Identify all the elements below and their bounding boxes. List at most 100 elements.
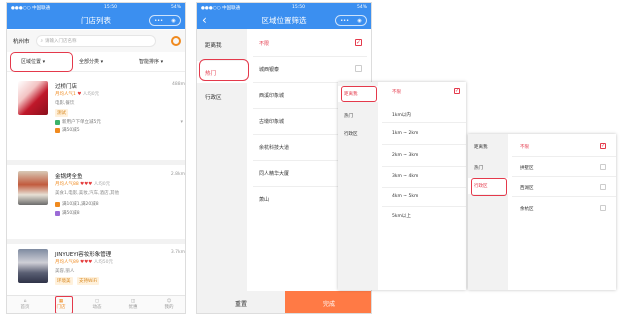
option-item[interactable]: 余杭区 <box>520 206 534 212</box>
store-activity: 新用户下单立减5元 <box>55 119 101 125</box>
nav-bar: ‹ 区域位置筛选 ••• ◉ <box>197 12 371 29</box>
option-item[interactable]: 2km ~ 3km <box>392 153 418 158</box>
tab-coupon[interactable]: ◫ 优惠 <box>129 299 138 310</box>
activity-text: 满50减8 <box>62 211 80 216</box>
option-item[interactable]: 1km ~ 2km <box>392 131 418 136</box>
option-item[interactable]: 不限 <box>520 144 529 150</box>
tab-label: 优惠 <box>128 305 138 310</box>
close-target-icon[interactable]: ◉ <box>357 18 361 24</box>
per-capita-text: 人均0元 <box>82 92 100 97</box>
checkbox[interactable] <box>355 65 362 72</box>
option-item[interactable]: 拱墅区 <box>520 165 534 171</box>
divider <box>512 176 616 177</box>
coupon-icon: ◫ <box>130 299 136 304</box>
divider <box>382 187 466 188</box>
divider <box>382 122 466 123</box>
menu-item-hot[interactable]: 热门 <box>344 113 353 119</box>
option-item[interactable]: 古墩印象城 <box>259 118 284 125</box>
option-item[interactable]: 3km ~ 4km <box>392 174 418 179</box>
activity-icon <box>55 210 60 216</box>
option-item[interactable]: 5km以上 <box>392 213 411 219</box>
activity-text: 满50减5 <box>62 128 80 133</box>
back-icon[interactable]: ‹ <box>202 13 207 27</box>
check-icon[interactable]: ✓ <box>600 143 606 149</box>
check-icon[interactable]: ✓ <box>355 39 362 46</box>
store-image <box>18 249 48 283</box>
checkbox[interactable] <box>600 205 606 211</box>
tab-home[interactable]: ⌂ 首页 <box>21 299 30 310</box>
option-item[interactable]: 4km ~ 5km <box>392 194 418 199</box>
store-item[interactable]: JINYUEYI容妆形象管理 3.7km 月均人气89 ♥♥♥ 人均50元 美容… <box>15 249 185 297</box>
option-item[interactable]: 不限 <box>392 89 401 95</box>
home-icon: ⌂ <box>23 299 27 304</box>
store-item[interactable]: 金锅烤全鱼 2.8km 月均人气88 ♥♥♥ 人均0元 美食1,电影,美妆,汽车… <box>15 171 185 233</box>
menu-item-distance[interactable]: 距离我 <box>205 41 222 49</box>
store-image <box>18 81 48 115</box>
store-activity: 满50减8 <box>55 210 80 216</box>
per-capita-text: 人均50元 <box>93 260 113 265</box>
store-item[interactable]: 过桥门店 488m 月均人气1 ♥ 人均0元 电影,餐饮 测试 新用户下单立减5… <box>15 81 185 151</box>
store-feature-tag: 环境美 <box>55 277 73 285</box>
heart-icon: ♥♥♥ <box>80 182 93 187</box>
popularity-text: 月均人气1 <box>55 92 76 97</box>
activity-text: 满10减1,满20减8 <box>62 202 99 207</box>
filter-sort-label: 智能排序 <box>139 59 160 65</box>
search-input[interactable]: ⌕ 请输入门店名称 <box>35 35 156 47</box>
reset-button[interactable]: 重置 <box>197 291 285 313</box>
check-icon[interactable]: ✓ <box>454 88 460 94</box>
time-text: 15:50 <box>292 5 306 10</box>
checkbox[interactable] <box>600 164 606 170</box>
option-item[interactable]: 同人精华大厦 <box>259 170 289 177</box>
more-icon[interactable]: ••• <box>154 18 163 24</box>
option-item[interactable]: 萧山 <box>259 196 269 203</box>
miniapp-capsule[interactable]: ••• ◉ <box>149 15 181 26</box>
menu-item-district[interactable]: 行政区 <box>344 131 358 137</box>
store-popularity: 月均人气88 ♥♥♥ 人均0元 <box>55 181 110 187</box>
settings-icon[interactable] <box>171 36 181 46</box>
checkbox[interactable] <box>600 184 606 190</box>
filter-category[interactable]: 全部分类 ▾ <box>79 58 103 65</box>
divider <box>512 156 616 157</box>
highlight-store-tab <box>55 296 73 313</box>
page-title: 区域位置筛选 <box>261 16 307 25</box>
option-item[interactable]: 不限 <box>259 40 269 47</box>
divider <box>382 206 466 207</box>
menu-item-district[interactable]: 行政区 <box>205 93 222 101</box>
store-image <box>18 171 48 205</box>
search-placeholder: 请输入门店名称 <box>45 39 77 44</box>
carrier-text: ●●●○○ 中国联通 <box>11 5 51 11</box>
option-item[interactable]: 1km以内 <box>392 112 411 118</box>
tab-feed[interactable]: ▢ 动态 <box>93 299 102 310</box>
top-bar: ●●●○○ 中国联通 15:50 54% 门店列表 ••• ◉ <box>7 3 185 29</box>
store-activity: 满10减1,满20减8 <box>55 201 99 207</box>
tab-me[interactable]: ☺ 我的 <box>165 299 174 310</box>
option-item[interactable]: 城西银泰 <box>259 66 279 73</box>
divider <box>253 56 367 57</box>
confirm-label: 完成 <box>322 300 335 308</box>
page-title: 门店列表 <box>81 16 111 25</box>
chevron-down-icon[interactable]: ▾ <box>180 119 183 125</box>
popularity-text: 月均人气89 <box>55 260 79 265</box>
store-category: 美食1,电影,美妆,汽车,酒店,其他 <box>55 191 120 196</box>
option-item[interactable]: 西溪印象城 <box>259 92 284 99</box>
option-item[interactable]: 余杭科技大道 <box>259 144 289 151</box>
close-target-icon[interactable]: ◉ <box>171 18 175 24</box>
carrier-text: ●●●○○ 中国联通 <box>201 5 241 11</box>
search-row: 杭州市 ⌕ 请输入门店名称 <box>7 30 185 52</box>
more-icon[interactable]: ••• <box>340 18 349 24</box>
miniapp-capsule[interactable]: ••• ◉ <box>335 15 367 26</box>
left-menu: 距离我 热门 行政区 <box>338 82 378 290</box>
confirm-button[interactable]: 完成 <box>285 291 371 313</box>
store-distance: 3.7km <box>170 250 185 255</box>
panel-distance-filter: 距离我 热门 行政区 不限 ✓ 1km以内 1km ~ 2km 2km ~ 3k… <box>338 82 466 290</box>
menu-item-distance[interactable]: 距离我 <box>474 144 488 150</box>
menu-item-hot[interactable]: 热门 <box>474 165 483 171</box>
city-label[interactable]: 杭州市 <box>13 37 30 45</box>
option-item[interactable]: 西湖区 <box>520 185 534 191</box>
tab-label: 我的 <box>164 305 174 310</box>
heart-icon: ♥ <box>77 92 82 97</box>
filter-sort[interactable]: 智能排序 ▾ <box>139 58 163 65</box>
store-popularity: 月均人气89 ♥♥♥ 人均50元 <box>55 259 113 265</box>
left-menu: 距离我 热门 行政区 <box>468 134 508 290</box>
store-distance: 2.8km <box>170 172 185 177</box>
